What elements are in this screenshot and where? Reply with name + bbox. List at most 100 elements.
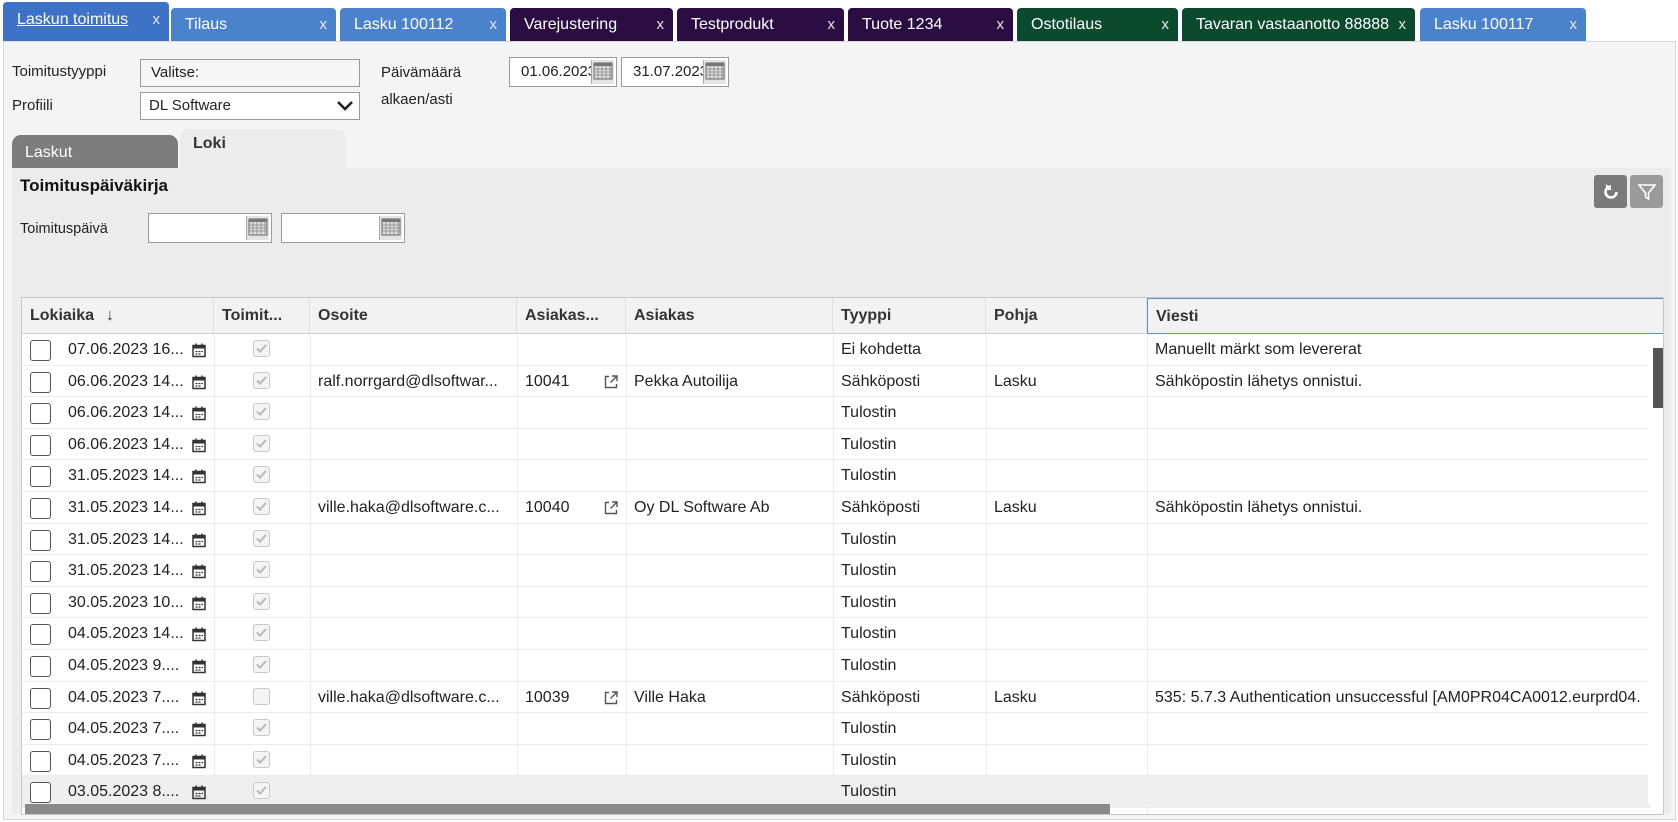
calendar-icon[interactable]	[192, 375, 206, 394]
tab-testprodukt[interactable]: Testprodukt x	[677, 8, 844, 41]
column-header[interactable]: Asiakas...	[517, 298, 626, 334]
tab-tilaus[interactable]: Tilaus x	[171, 8, 336, 41]
close-icon[interactable]: x	[153, 2, 161, 38]
vertical-scrollbar-thumb[interactable]	[1653, 348, 1663, 408]
tab-varejustering[interactable]: Varejustering x	[510, 8, 673, 41]
delivery-type-field[interactable]: Valitse:	[140, 59, 360, 87]
row-select-checkbox[interactable]	[30, 371, 51, 393]
calendar-icon[interactable]	[192, 469, 206, 488]
tab-lasku-100117[interactable]: Lasku 100117 x	[1420, 8, 1586, 41]
column-header[interactable]: Pohja	[986, 298, 1147, 334]
row-select-checkbox[interactable]	[30, 340, 51, 361]
external-link-icon[interactable]	[603, 500, 619, 520]
external-link-icon[interactable]	[603, 374, 619, 394]
calendar-grid-icon[interactable]	[379, 216, 402, 240]
calendar-icon[interactable]	[192, 596, 206, 615]
row-select-checkbox[interactable]	[30, 434, 51, 456]
row-select-checkbox[interactable]	[30, 719, 51, 741]
table-row[interactable]: 04.05.2023 7.... Tulostin	[22, 744, 1650, 777]
row-select-checkbox[interactable]	[30, 466, 51, 488]
row-select-checkbox[interactable]	[30, 498, 51, 519]
close-icon[interactable]: x	[320, 8, 328, 41]
calendar-icon[interactable]	[192, 691, 206, 710]
column-header[interactable]: Tyyppi	[833, 298, 986, 334]
row-select-checkbox[interactable]	[30, 814, 51, 815]
calendar-icon[interactable]	[192, 438, 206, 457]
address-cell	[310, 587, 510, 618]
column-header[interactable]: Toimit...	[214, 298, 310, 334]
close-icon[interactable]: x	[1399, 8, 1407, 41]
row-select-checkbox[interactable]	[30, 624, 51, 646]
table-row[interactable]: 06.06.2023 14... Tulostin	[22, 397, 1650, 429]
close-icon[interactable]: x	[1162, 8, 1170, 41]
tab-lasku-100112[interactable]: Lasku 100112 x	[340, 8, 506, 41]
customer-cell	[626, 555, 826, 586]
close-icon[interactable]: x	[1570, 8, 1578, 41]
close-icon[interactable]: x	[490, 8, 498, 41]
profile-select[interactable]: DL Software	[140, 92, 360, 120]
delivery-date-from-field[interactable]	[148, 213, 272, 243]
date-to-field[interactable]: 31.07.2023	[621, 57, 729, 87]
tab-laskun-toimitus[interactable]: Laskun toimitus x	[3, 2, 169, 42]
calendar-grid-icon[interactable]	[591, 60, 614, 84]
calendar-grid-icon[interactable]	[246, 216, 269, 240]
row-select-checkbox[interactable]	[30, 403, 51, 425]
tab-log[interactable]: Loki	[180, 129, 346, 169]
calendar-icon[interactable]	[192, 501, 206, 520]
date-from-field[interactable]: 01.06.2023	[509, 57, 617, 87]
column-header[interactable]: Viesti	[1147, 298, 1663, 334]
tab-label: Lasku 100117	[1434, 16, 1534, 33]
column-header[interactable]: Osoite	[310, 298, 517, 334]
calendar-icon[interactable]	[192, 627, 206, 646]
table-row[interactable]: 04.05.2023 7.... Tulostin	[22, 713, 1650, 745]
table-row[interactable]: 06.06.2023 14... Tulostin	[22, 428, 1650, 461]
calendar-icon[interactable]	[192, 722, 206, 741]
row-select-checkbox[interactable]	[30, 529, 51, 551]
row-select-checkbox[interactable]	[30, 687, 51, 709]
close-icon[interactable]: x	[828, 8, 836, 41]
horizontal-scrollbar-thumb[interactable]	[25, 804, 1110, 814]
tab-tavaran-vastaanotto-88888[interactable]: Tavaran vastaanotto 88888 x	[1182, 8, 1415, 41]
address-cell: ville.haka@dlsoftware.c...	[318, 688, 500, 706]
customer-number-cell	[517, 429, 587, 460]
row-select-checkbox[interactable]	[30, 782, 51, 804]
table-row[interactable]: 30.05.2023 10... Tulostin	[22, 586, 1650, 619]
table-row[interactable]: 31.05.2023 14... Tulostin	[22, 460, 1650, 492]
calendar-icon[interactable]	[192, 754, 206, 773]
calendar-icon[interactable]	[192, 343, 206, 362]
row-select-checkbox[interactable]	[30, 561, 51, 583]
tab-ostotilaus[interactable]: Ostotilaus x	[1017, 8, 1178, 41]
row-select-checkbox[interactable]	[30, 656, 51, 677]
table-row[interactable]: 31.05.2023 14... Tulostin	[22, 523, 1650, 556]
calendar-icon[interactable]	[192, 785, 206, 804]
table-row[interactable]: 04.05.2023 9.... Tulostin	[22, 650, 1650, 682]
calendar-icon[interactable]	[192, 659, 206, 678]
table-row[interactable]: 04.05.2023 14... Tulostin	[22, 618, 1650, 650]
table-row[interactable]: 31.05.2023 14... Tulostin	[22, 555, 1650, 587]
close-icon[interactable]: x	[997, 8, 1005, 41]
calendar-icon[interactable]	[192, 533, 206, 552]
tab-invoices[interactable]: Laskut	[12, 135, 178, 169]
delivered-checkbox	[253, 592, 270, 610]
log-time-cell: 04.05.2023 7....	[68, 720, 180, 738]
table-row[interactable]: 06.06.2023 14... ralf.norrgard@dlsoftwar.…	[22, 365, 1650, 398]
calendar-icon[interactable]	[192, 406, 206, 425]
column-header[interactable]: Lokiaika ↓	[22, 298, 214, 334]
row-select-checkbox[interactable]	[30, 592, 51, 614]
refresh-button[interactable]	[1594, 175, 1627, 208]
table-row[interactable]: 04.05.2023 7.... ville.haka@dlsoftware.c.…	[22, 681, 1650, 714]
tab-tuote-1234[interactable]: Tuote 1234 x	[848, 8, 1013, 41]
filter-button[interactable]	[1630, 175, 1663, 208]
type-cell: Tulostin	[841, 435, 897, 453]
column-header[interactable]: Asiakas	[626, 298, 833, 334]
table-row[interactable]: 31.05.2023 14... ville.haka@dlsoftware.c.…	[22, 492, 1650, 524]
close-icon[interactable]: x	[657, 8, 665, 41]
calendar-icon[interactable]	[192, 564, 206, 583]
calendar-grid-icon[interactable]	[703, 60, 726, 84]
delivery-date-to-field[interactable]	[281, 213, 405, 243]
vertical-scrollbar[interactable]	[1648, 334, 1663, 804]
calendar-grid-glyph	[381, 218, 401, 236]
table-row[interactable]: 07.06.2023 16... Ei kohdetta Manuellt märk…	[22, 334, 1650, 366]
external-link-icon[interactable]	[603, 690, 619, 710]
row-select-checkbox[interactable]	[30, 750, 51, 772]
